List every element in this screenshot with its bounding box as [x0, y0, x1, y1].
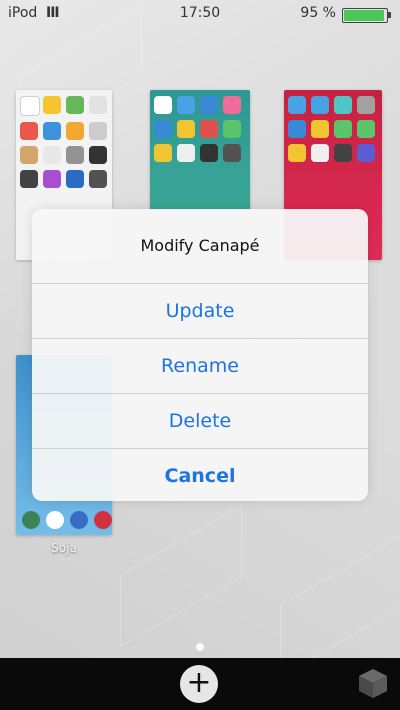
modify-alert: Modify Canapé Update Rename Delete Cance…: [32, 209, 368, 501]
rename-button[interactable]: Rename: [32, 338, 368, 393]
plus-icon[interactable]: +: [180, 665, 218, 703]
cancel-button[interactable]: Cancel: [32, 448, 368, 501]
cube-icon[interactable]: [356, 666, 390, 700]
update-button[interactable]: Update: [32, 283, 368, 338]
page-indicator[interactable]: [196, 643, 204, 651]
delete-button[interactable]: Delete: [32, 393, 368, 448]
alert-title: Modify Canapé: [140, 236, 260, 255]
